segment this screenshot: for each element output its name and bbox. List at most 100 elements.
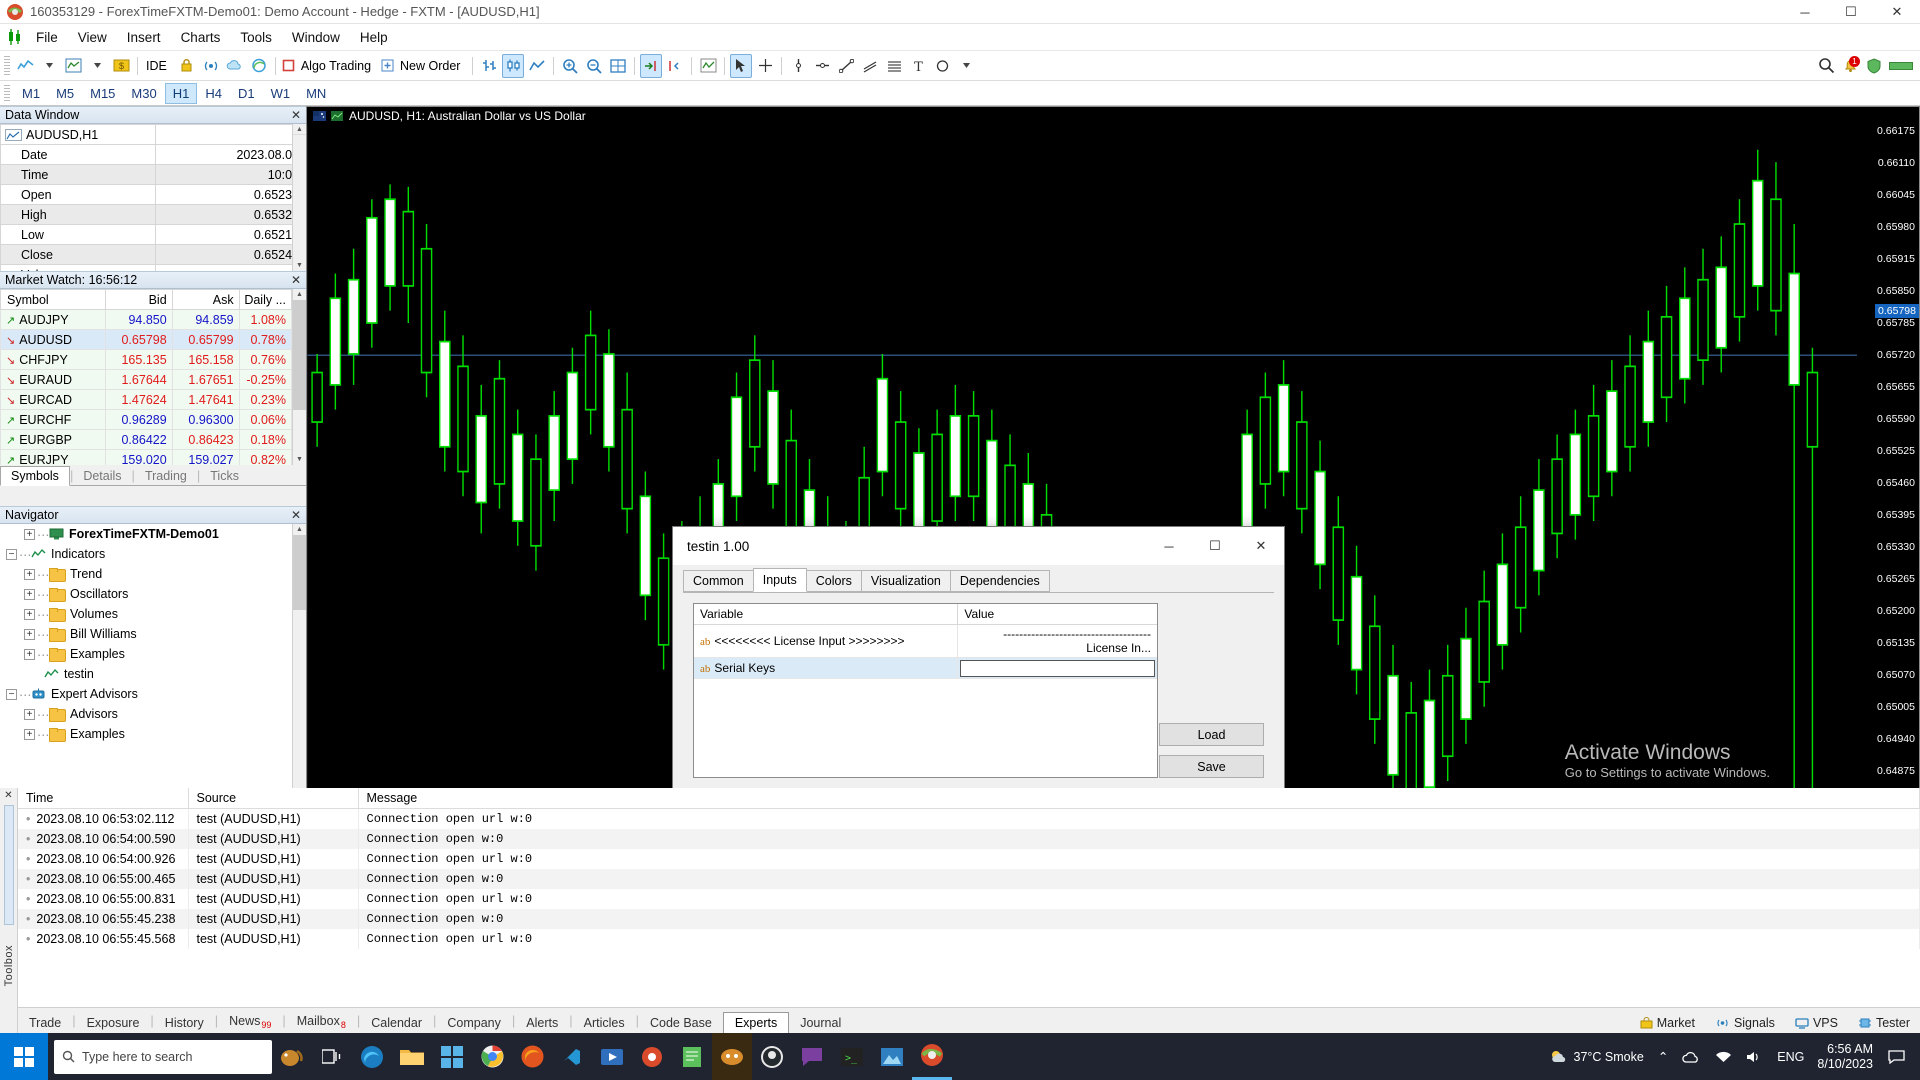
table-row[interactable]: abSerial Keys <box>694 658 1157 679</box>
table-row[interactable]: •2023.08.10 06:55:45.568test (AUDUSD,H1)… <box>18 929 1920 949</box>
zoom-out-icon[interactable] <box>583 54 605 78</box>
currency-icon[interactable]: $ <box>110 54 132 78</box>
trendline-icon[interactable] <box>835 54 857 78</box>
tree-item-oscillators[interactable]: +⋯ Oscillators <box>0 584 306 604</box>
notification-center-icon[interactable] <box>1888 1049 1905 1064</box>
crosshair-icon[interactable] <box>754 54 776 78</box>
horizontal-line-icon[interactable] <box>811 54 833 78</box>
metatrader-icon[interactable] <box>912 1033 952 1080</box>
menu-item-file[interactable]: File <box>26 26 68 49</box>
timeframe-m15[interactable]: M15 <box>82 83 123 104</box>
onedrive-icon[interactable] <box>1682 1050 1701 1064</box>
expand-plus-icon[interactable]: + <box>24 709 35 720</box>
navigator-close-icon[interactable]: ✕ <box>291 508 301 522</box>
chart-template-icon[interactable] <box>62 54 84 78</box>
tray-expand-icon[interactable]: ⌃ <box>1658 1049 1668 1064</box>
maximize-button[interactable]: ☐ <box>1828 0 1874 24</box>
table-row[interactable]: •2023.08.10 06:53:02.112test (AUDUSD,H1)… <box>18 809 1920 829</box>
timeframe-mn[interactable]: MN <box>298 83 334 104</box>
expand-plus-icon[interactable]: + <box>24 569 35 580</box>
zoom-in-icon[interactable] <box>559 54 581 78</box>
tab-code-base[interactable]: Code Base <box>639 1013 723 1033</box>
tree-item-bill-williams[interactable]: +⋯ Bill Williams <box>0 624 306 644</box>
start-button[interactable] <box>0 1033 48 1080</box>
menu-item-charts[interactable]: Charts <box>171 26 231 49</box>
column-symbol[interactable]: Symbol <box>1 290 106 310</box>
table-row[interactable]: •2023.08.10 06:55:00.465test (AUDUSD,H1)… <box>18 869 1920 889</box>
taskbar-search-input[interactable]: Type here to search <box>54 1040 272 1074</box>
ide-button[interactable]: IDE <box>143 54 174 78</box>
load-button[interactable]: Load <box>1159 723 1264 746</box>
tab-trading[interactable]: Trading <box>135 467 197 485</box>
auto-scroll-icon[interactable] <box>640 54 662 78</box>
timeframe-m5[interactable]: M5 <box>48 83 82 104</box>
tab-history[interactable]: History <box>154 1013 215 1033</box>
timeframe-h4[interactable]: H4 <box>197 83 230 104</box>
tab-visualization[interactable]: Visualization <box>861 570 951 592</box>
timeframe-w1[interactable]: W1 <box>263 83 299 104</box>
tab-symbols[interactable]: Symbols <box>0 466 70 486</box>
dialog-minimize-button[interactable]: ─ <box>1146 527 1192 565</box>
menu-item-insert[interactable]: Insert <box>117 26 171 49</box>
tab-calendar[interactable]: Calendar <box>360 1013 433 1033</box>
table-row[interactable]: ↗EURGBP0.864220.864230.18% <box>1 430 292 450</box>
cloud-icon[interactable] <box>224 54 246 78</box>
experts-log-table[interactable]: Time Source Message •2023.08.10 06:53:02… <box>18 788 1920 1007</box>
input-value-cell[interactable] <box>958 658 1157 679</box>
search-icon[interactable] <box>1815 54 1837 78</box>
table-row[interactable]: ↗AUDJPY94.85094.8591.08% <box>1 310 292 330</box>
signal-icon[interactable] <box>200 54 222 78</box>
input-value-cell[interactable]: ------------------------------------- Li… <box>958 625 1157 658</box>
notepad-icon[interactable] <box>672 1033 712 1080</box>
scroll-down-icon[interactable]: ▼ <box>293 454 306 465</box>
data-window-scrollbar[interactable]: ▲ ▼ <box>292 124 306 271</box>
tab-mailbox[interactable]: Mailbox8 <box>286 1011 357 1034</box>
toolbox-resize-handle[interactable] <box>4 805 14 925</box>
scroll-up-icon[interactable]: ▲ <box>293 524 306 535</box>
tab-colors[interactable]: Colors <box>806 570 862 592</box>
weather-widget[interactable]: 37°C Smoke <box>1549 1048 1644 1066</box>
chart-type-dropdown-icon[interactable] <box>38 54 60 78</box>
lock-icon[interactable] <box>176 54 198 78</box>
table-row[interactable]: ↗EURJPY159.020159.0270.82% <box>1 450 292 466</box>
column-ask[interactable]: Ask <box>172 290 239 310</box>
tab-ticks[interactable]: Ticks <box>200 467 249 485</box>
table-row[interactable]: •2023.08.10 06:55:00.831test (AUDUSD,H1)… <box>18 889 1920 909</box>
new-order-button[interactable]: New Order <box>380 54 467 78</box>
column-message[interactable]: Message <box>358 788 1920 809</box>
tab-dependencies[interactable]: Dependencies <box>950 570 1050 592</box>
scroll-up-icon[interactable]: ▲ <box>293 124 306 135</box>
shapes-dropdown-icon[interactable] <box>955 54 977 78</box>
file-explorer-icon[interactable] <box>392 1033 432 1080</box>
account-shield-icon[interactable] <box>1863 54 1885 78</box>
toolbar-grip[interactable] <box>4 56 10 76</box>
indicators-icon[interactable] <box>697 54 719 78</box>
vps-link[interactable]: VPS <box>1795 1016 1838 1030</box>
tab-details[interactable]: Details <box>73 467 131 485</box>
table-row[interactable]: ↗EURCHF0.962890.963000.06% <box>1 410 292 430</box>
collapse-minus-icon[interactable]: − <box>6 549 17 560</box>
collapse-minus-icon[interactable]: − <box>6 689 17 700</box>
scroll-thumb[interactable] <box>293 535 306 610</box>
menu-item-help[interactable]: Help <box>350 26 398 49</box>
tab-journal[interactable]: Journal <box>789 1013 852 1033</box>
table-row[interactable]: •2023.08.10 06:55:45.238test (AUDUSD,H1)… <box>18 909 1920 929</box>
timeframe-grip[interactable] <box>4 85 10 101</box>
close-button[interactable]: ✕ <box>1874 0 1920 24</box>
table-row[interactable]: ↘EURAUD1.676441.67651-0.25% <box>1 370 292 390</box>
toolbox-close-icon[interactable]: ✕ <box>0 790 17 801</box>
vscode-icon[interactable] <box>552 1033 592 1080</box>
signals-link[interactable]: Signals <box>1715 1016 1775 1030</box>
expand-plus-icon[interactable]: + <box>24 649 35 660</box>
tree-item-advisors[interactable]: +⋯ Advisors <box>0 704 306 724</box>
chat-icon[interactable] <box>792 1033 832 1080</box>
data-window-close-icon[interactable]: ✕ <box>291 108 301 122</box>
tree-item-expert-advisors[interactable]: −⋯ Expert Advisors <box>0 684 306 704</box>
terminal-app-icon[interactable]: >_ <box>832 1033 872 1080</box>
dialog-close-button[interactable]: ✕ <box>1238 527 1284 565</box>
tree-item-testin[interactable]: testin <box>0 664 306 684</box>
community-icon[interactable] <box>248 54 270 78</box>
table-row[interactable]: •2023.08.10 06:54:00.590test (AUDUSD,H1)… <box>18 829 1920 849</box>
cortana-icon[interactable] <box>272 1033 312 1080</box>
line-chart-mode-icon[interactable] <box>526 54 548 78</box>
